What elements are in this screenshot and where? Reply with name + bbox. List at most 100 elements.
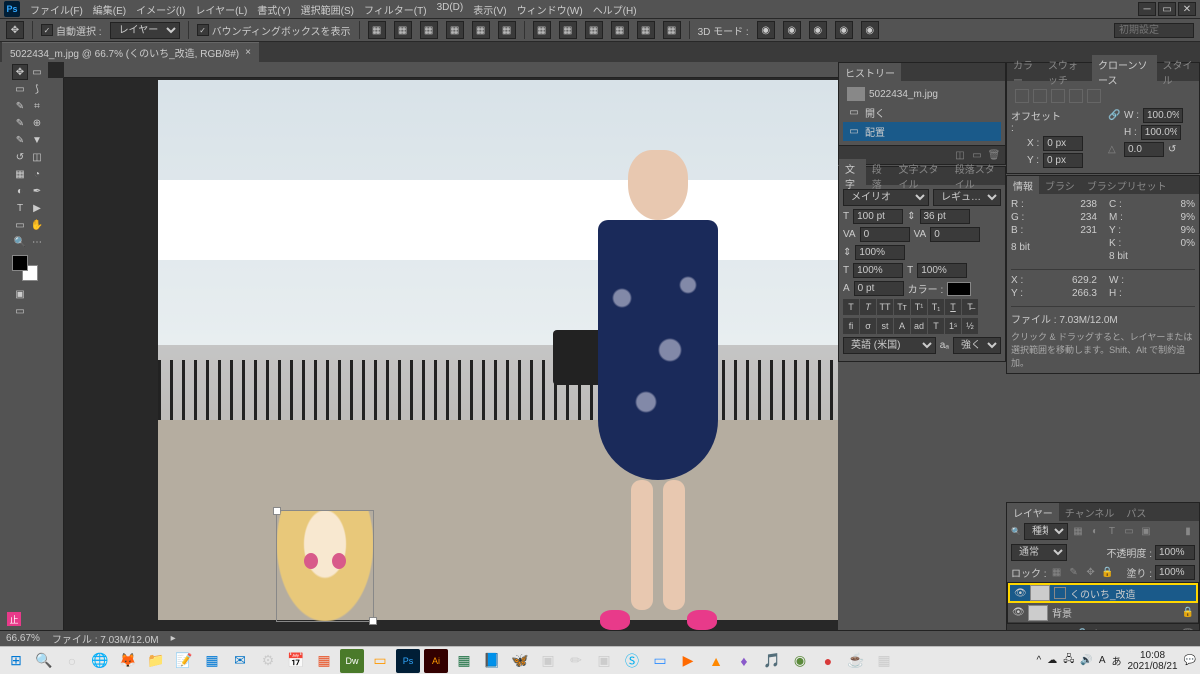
opacity-input[interactable] [1155,545,1195,560]
angle-input[interactable] [1124,142,1164,157]
move-tool-icon[interactable]: ✥ [6,21,24,39]
font-size-input[interactable] [853,209,903,224]
brush-tab[interactable]: ブラシ [1039,176,1081,195]
minimize-button[interactable]: ─ [1138,2,1156,16]
quick-select-tool[interactable]: ✎ [12,98,28,114]
clone-src-1-icon[interactable] [1015,89,1029,103]
extra-tool[interactable]: ⋯ [29,234,45,250]
menu-edit[interactable]: 編集(E) [91,0,128,19]
paths-tab[interactable]: パス [1120,503,1152,522]
offset-x-input[interactable] [1043,136,1083,151]
layer-row-background[interactable]: 👁 背景 🔒 [1008,603,1198,623]
app-icon[interactable]: ☕ [844,649,868,673]
kerning-input[interactable] [860,227,910,242]
ruler-vertical[interactable] [48,78,64,646]
eraser-tool[interactable]: ◫ [29,149,45,165]
history-source[interactable]: 5022434_m.jpg [843,85,1001,103]
3d-roll-icon[interactable]: ◉ [783,21,801,39]
media-icon[interactable]: ▶ [676,649,700,673]
record-icon[interactable]: ● [816,649,840,673]
visibility-icon[interactable]: 👁 [1014,588,1026,599]
reset-icon[interactable]: ↺ [1168,144,1176,155]
3d-rotate-icon[interactable]: ◉ [757,21,775,39]
swash-button[interactable]: st [877,318,893,334]
blur-tool[interactable]: ◔ [29,166,45,182]
scale-v-input[interactable] [855,245,905,260]
italic-button[interactable]: T [860,299,876,315]
link-icon[interactable]: 🔗 [1108,110,1120,121]
distribute-icon[interactable]: ▦ [559,21,577,39]
music-icon[interactable]: 🎵 [760,649,784,673]
color-tab[interactable]: カラー [1007,55,1042,89]
quick-mask-tool[interactable]: ▣ [12,286,28,302]
distribute-icon[interactable]: ▦ [663,21,681,39]
close-button[interactable]: ✕ [1178,2,1196,16]
pen-tool[interactable]: ✒ [29,183,45,199]
screen-mode-tool[interactable]: ▭ [12,303,28,319]
brushpresets-tab[interactable]: ブラシプリセット [1081,176,1173,195]
heal-tool[interactable]: ⊕ [29,115,45,131]
excel-icon[interactable]: ▦ [452,649,476,673]
text-color-swatch[interactable] [947,282,971,296]
stylistic-button[interactable]: 1ˢ [945,318,961,334]
maximize-button[interactable]: ▭ [1158,2,1176,16]
parastyle-tab[interactable]: 段落スタイル [949,159,1005,193]
menu-view[interactable]: 表示(V) [471,0,508,19]
terminal-icon[interactable]: ▣ [536,649,560,673]
font-weight-select[interactable]: レギュ… [933,189,1001,206]
clone-src-2-icon[interactable] [1033,89,1047,103]
opentype-button[interactable]: fi [843,318,859,334]
tray-cloud-icon[interactable]: ☁ [1047,655,1057,666]
chrome-icon[interactable]: 🌐 [88,649,112,673]
menu-3d[interactable]: 3D(D) [435,0,466,19]
document-tab[interactable]: 5022434_m.jpg @ 66.7% (くのいち_改造, RGB/8#) … [2,42,259,62]
filter-adj-icon[interactable]: ◐ [1088,525,1102,539]
align-right-icon[interactable]: ▦ [420,21,438,39]
charstyle-tab[interactable]: 文字スタイル [893,159,949,193]
hscale-input[interactable] [917,263,967,278]
calendar-icon[interactable]: 📅 [284,649,308,673]
menu-layer[interactable]: レイヤー(L) [193,0,249,19]
search-field[interactable] [1114,23,1194,38]
smallcaps-button[interactable]: Tᴛ [894,299,910,315]
tray-volume-icon[interactable]: 🔊 [1080,655,1092,666]
titling-button[interactable]: A [894,318,910,334]
notification-icon[interactable]: 💬 [1184,655,1196,666]
fractions-button[interactable]: T [928,318,944,334]
align-middle-icon[interactable]: ▦ [472,21,490,39]
menu-type[interactable]: 書式(Y) [255,0,292,19]
drawing-icon[interactable]: ✏ [564,649,588,673]
tracking-input[interactable] [930,227,980,242]
menu-select[interactable]: 選択範囲(S) [299,0,356,19]
tray-network-icon[interactable]: 🖧 [1063,652,1074,669]
layer-filter-kind[interactable]: 種類 [1024,523,1068,540]
smart-object-bounds[interactable] [276,510,374,622]
history-step-place[interactable]: ▭配置 [843,122,1001,141]
layers-tab[interactable]: レイヤー [1007,503,1059,522]
dodge-tool[interactable]: ◐ [12,183,28,199]
paragraph-tab[interactable]: 段落 [866,159,893,193]
move-tool[interactable]: ✥ [12,64,28,80]
menu-file[interactable]: ファイル(F) [28,0,85,19]
align-bottom-icon[interactable]: ▦ [498,21,516,39]
app-icon[interactable]: 📘 [480,649,504,673]
blend-mode-select[interactable]: 通常 [1011,544,1067,561]
app-icon[interactable]: ▦ [872,649,896,673]
clonesource-tab[interactable]: クローンソース [1092,55,1157,89]
path-select-tool[interactable]: ▶ [29,200,45,216]
font-family-select[interactable]: メイリオ [843,189,929,206]
layer-row-kunoichi[interactable]: 👁 くのいち_改造 [1008,583,1198,603]
slashed-button[interactable]: ½ [962,318,978,334]
ordinals-button[interactable]: ad [911,318,927,334]
offset-y-input[interactable] [1043,153,1083,168]
menu-image[interactable]: イメージ(I) [134,0,187,19]
vlc-icon[interactable]: ▲ [704,649,728,673]
lock-move-icon[interactable]: ✥ [1084,566,1098,580]
3d-pan-icon[interactable]: ◉ [809,21,827,39]
hand-tool[interactable]: ✋ [29,217,45,233]
history-step-open[interactable]: ▭開く [843,103,1001,122]
3d-slide-icon[interactable]: ◉ [835,21,853,39]
filter-shape-icon[interactable]: ▭ [1122,525,1136,539]
firefox-icon[interactable]: 🦊 [116,649,140,673]
sublime-icon[interactable]: ▭ [368,649,392,673]
